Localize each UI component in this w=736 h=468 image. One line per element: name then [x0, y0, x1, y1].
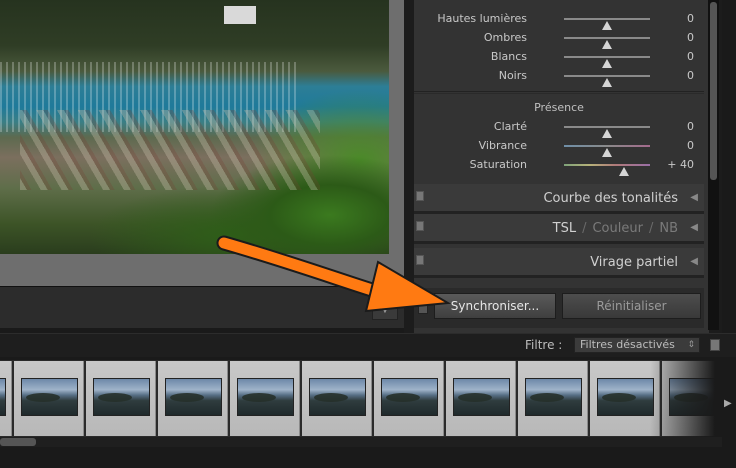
presence-title: Présence	[534, 101, 584, 114]
filmstrip-frame[interactable]	[446, 361, 516, 436]
slider-value[interactable]: 0	[664, 69, 694, 82]
slider-value[interactable]: 0	[664, 139, 694, 152]
slider-label: Saturation	[469, 158, 527, 171]
filter-value: Filtres désactivés	[580, 338, 675, 351]
filmstrip-frame[interactable]	[230, 361, 300, 436]
filmstrip-fade	[650, 360, 722, 437]
slider-track[interactable]	[564, 126, 650, 138]
tab-nb[interactable]: NB	[659, 221, 678, 236]
slider-track[interactable]	[564, 164, 650, 176]
filmstrip-scrollbar-thumb[interactable]	[0, 438, 36, 446]
slider-track[interactable]	[564, 18, 650, 30]
tab-separator: /	[648, 221, 654, 236]
slider-shadows[interactable]: Ombres 0	[414, 29, 704, 49]
filmstrip-thumbnail[interactable]	[93, 378, 150, 416]
photo-image	[0, 0, 389, 254]
panel-scrollbar-thumb[interactable]	[710, 2, 717, 180]
tab-separator: /	[582, 221, 587, 236]
filter-label: Filtre :	[525, 338, 563, 352]
slider-track[interactable]	[564, 56, 650, 68]
filmstrip-frame[interactable]	[302, 361, 372, 436]
slider-whites[interactable]: Blancs 0	[414, 48, 704, 68]
filmstrip-thumbnail[interactable]	[597, 378, 654, 416]
slider-label: Hautes lumières	[437, 12, 527, 25]
filmstrip-thumbnail[interactable]	[0, 378, 6, 416]
slider-track[interactable]	[564, 37, 650, 49]
filmstrip-frame[interactable]	[86, 361, 156, 436]
sync-button[interactable]: Synchroniser...	[434, 293, 556, 319]
square-switch-icon[interactable]	[416, 255, 424, 265]
slider-value[interactable]: 0	[664, 12, 694, 25]
filter-select[interactable]: Filtres désactivés ⇕	[574, 337, 700, 353]
slider-value[interactable]: 0	[664, 31, 694, 44]
reset-button[interactable]: Réinitialiser	[562, 293, 701, 319]
filmstrip-frame[interactable]	[374, 361, 444, 436]
slider-label: Noirs	[498, 69, 527, 82]
filmstrip-thumbnail[interactable]	[21, 378, 78, 416]
filmstrip-thumbnail[interactable]	[381, 378, 438, 416]
left-triangle-icon[interactable]: ◀	[690, 222, 698, 233]
slider-track[interactable]	[564, 75, 650, 87]
left-triangle-icon[interactable]: ◀	[690, 192, 698, 203]
filmstrip-thumbnail[interactable]	[237, 378, 294, 416]
section-hsl[interactable]: TSL / Couleur / NB ◀	[414, 214, 704, 244]
filmstrip-frame[interactable]	[158, 361, 228, 436]
slider-vibrance[interactable]: Vibrance 0	[414, 137, 704, 157]
square-switch-icon[interactable]	[416, 191, 424, 201]
filter-lock-switch[interactable]	[710, 339, 720, 351]
slider-track[interactable]	[564, 145, 650, 157]
auto-sync-switch[interactable]	[418, 302, 428, 314]
slider-value[interactable]: 0	[664, 120, 694, 133]
chevron-updown-icon: ⇕	[687, 340, 695, 350]
slider-label: Blancs	[490, 50, 527, 63]
filmstrip-thumbnail[interactable]	[525, 378, 582, 416]
tab-couleur[interactable]: Couleur	[592, 221, 642, 236]
photo-houses-detail	[20, 110, 320, 190]
slider-value[interactable]: 0	[664, 50, 694, 63]
filmstrip-thumbnail[interactable]	[165, 378, 222, 416]
slider-thumb[interactable]	[602, 78, 612, 87]
slider-label: Vibrance	[478, 139, 527, 152]
slider-saturation[interactable]: Saturation + 40	[414, 156, 704, 176]
slider-thumb[interactable]	[619, 167, 630, 176]
slider-value[interactable]: + 40	[664, 158, 694, 171]
filmstrip-scrollbar[interactable]	[0, 437, 722, 447]
chevron-down-icon: ▼	[381, 304, 389, 315]
section-title: Virage partiel	[590, 255, 678, 270]
filmstrip-frame[interactable]	[518, 361, 588, 436]
slider-clarity[interactable]: Clarté 0	[414, 118, 704, 138]
slider-label: Clarté	[493, 120, 527, 133]
slider-highlights[interactable]: Hautes lumières 0	[414, 10, 704, 30]
section-tone-curve[interactable]: Courbe des tonalités ◀	[414, 184, 704, 214]
tab-tsl[interactable]: TSL	[553, 221, 576, 236]
panel-scrollbar[interactable]	[708, 0, 719, 330]
photo-building-detail	[224, 6, 256, 24]
section-title: Courbe des tonalités	[543, 191, 678, 206]
filmstrip-frame[interactable]	[14, 361, 84, 436]
section-split-toning[interactable]: Virage partiel ◀	[414, 248, 704, 278]
filmstrip-thumbnail[interactable]	[309, 378, 366, 416]
square-switch-icon[interactable]	[416, 221, 424, 231]
preview-toolbar	[0, 286, 404, 328]
section-title-hsl: TSL / Couleur / NB	[553, 221, 678, 236]
filmstrip-thumbnail[interactable]	[453, 378, 510, 416]
slider-blacks[interactable]: Noirs 0	[414, 67, 704, 87]
right-triangle-icon[interactable]: ▶	[724, 398, 732, 409]
left-triangle-icon[interactable]: ◀	[690, 256, 698, 267]
filmstrip-frame[interactable]	[0, 361, 12, 436]
filmstrip[interactable]	[0, 360, 722, 437]
slider-label: Ombres	[483, 31, 527, 44]
photo-preview-area	[0, 0, 404, 286]
toolbar-dropdown[interactable]: ▼	[372, 300, 398, 320]
